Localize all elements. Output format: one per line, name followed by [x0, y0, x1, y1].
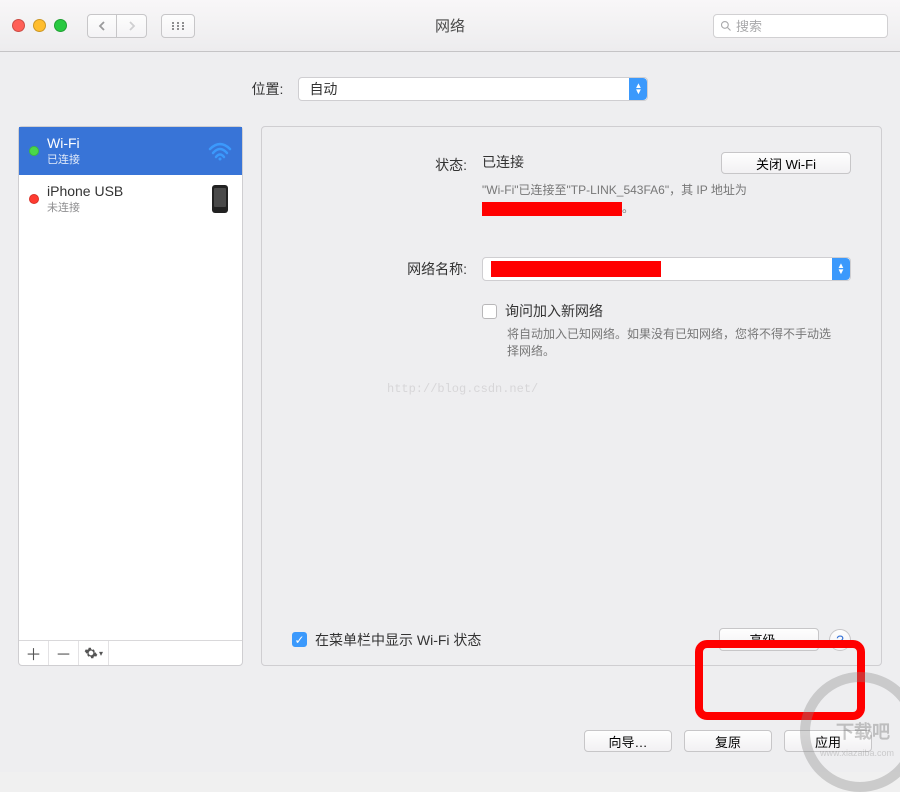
wifi-icon	[208, 141, 232, 161]
zoom-window-button[interactable]	[54, 19, 67, 32]
search-field[interactable]: 搜索	[713, 14, 888, 38]
footer-buttons: 向导… 复原 应用	[584, 730, 872, 752]
location-value: 自动	[309, 79, 337, 99]
status-description: "Wi-Fi"已连接至"TP-LINK_543FA6"，其 IP 地址为。	[482, 181, 851, 217]
apply-button[interactable]: 应用	[784, 730, 872, 752]
location-row: 位置: 自动 ▲▼	[18, 77, 882, 101]
show-menubar-checkbox[interactable]: ✓	[292, 632, 307, 647]
toggle-wifi-button[interactable]: 关闭 Wi-Fi	[721, 152, 851, 174]
forward-button[interactable]	[117, 14, 147, 38]
nav-buttons	[87, 14, 147, 38]
detail-panel: 状态: 已连接 关闭 Wi-Fi "Wi-Fi"已连接至"TP-LINK_543…	[261, 126, 882, 666]
remove-interface-button[interactable]: －	[49, 641, 79, 665]
sidebar-item-iphone-usb[interactable]: iPhone USB 未连接	[19, 175, 242, 223]
titlebar: 网络 搜索	[0, 0, 900, 52]
ask-join-label: 询问加入新网络	[505, 301, 603, 321]
sidebar-footer: ＋ － ▾	[19, 640, 242, 665]
status-label: 状态:	[292, 152, 467, 175]
location-select[interactable]: 自动 ▲▼	[298, 77, 648, 101]
redacted-ssid	[491, 261, 661, 277]
iface-name: Wi-Fi	[47, 135, 200, 151]
add-interface-button[interactable]: ＋	[19, 641, 49, 665]
select-stepper-icon: ▲▼	[629, 78, 647, 100]
window-title: 网络	[435, 15, 465, 36]
status-value: 已连接	[482, 152, 524, 172]
watermark-text: http://blog.csdn.net/	[387, 382, 538, 396]
advanced-button[interactable]: 高级…	[719, 628, 819, 651]
ask-join-checkbox[interactable]	[482, 304, 497, 319]
iface-status: 已连接	[47, 151, 200, 167]
window-controls	[12, 19, 67, 32]
search-icon	[720, 20, 732, 32]
prefpane-body: 位置: 自动 ▲▼ Wi-Fi 已连接	[0, 52, 900, 772]
interface-actions-button[interactable]: ▾	[79, 641, 109, 665]
revert-button[interactable]: 复原	[684, 730, 772, 752]
show-all-button[interactable]	[161, 14, 195, 38]
location-label: 位置:	[252, 79, 284, 99]
network-name-select[interactable]: ▲▼	[482, 257, 851, 281]
gear-icon	[84, 646, 98, 660]
redacted-ip	[482, 202, 622, 216]
ask-join-description: 将自动加入已知网络。如果没有已知网络，您将不得不手动选择网络。	[507, 326, 837, 361]
show-menubar-label: 在菜单栏中显示 Wi-Fi 状态	[315, 630, 481, 650]
status-dot-icon	[29, 194, 39, 204]
interface-list: Wi-Fi 已连接 iPhone USB 未连接	[19, 127, 242, 640]
assist-button[interactable]: 向导…	[584, 730, 672, 752]
help-button[interactable]: ?	[829, 629, 851, 651]
network-name-label: 网络名称:	[292, 259, 467, 279]
close-window-button[interactable]	[12, 19, 25, 32]
phone-icon	[208, 185, 232, 213]
select-stepper-icon: ▲▼	[832, 258, 850, 280]
minimize-window-button[interactable]	[33, 19, 46, 32]
iface-name: iPhone USB	[47, 183, 200, 199]
iface-status: 未连接	[47, 199, 200, 215]
search-placeholder: 搜索	[736, 16, 762, 35]
status-dot-icon	[29, 146, 39, 156]
back-button[interactable]	[87, 14, 117, 38]
interface-sidebar: Wi-Fi 已连接 iPhone USB 未连接	[18, 126, 243, 666]
sidebar-item-wifi[interactable]: Wi-Fi 已连接	[19, 127, 242, 175]
